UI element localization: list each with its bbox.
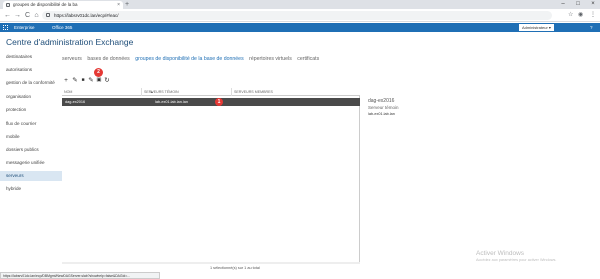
horizontal-scrollbar[interactable] (62, 262, 360, 264)
subnav-servers[interactable]: serveurs (62, 56, 82, 62)
profile-icon[interactable]: ◉ (578, 11, 583, 20)
star-icon[interactable]: ☆ (568, 11, 573, 20)
page-title: Centre d'administration Exchange (6, 37, 134, 47)
address-bar[interactable]: https://labsrv01dc.lan/ecp/#/eac/ (42, 11, 552, 20)
user-menu[interactable]: Administrateur ▾ (519, 24, 554, 31)
col-name[interactable]: NOM ▲ (62, 88, 154, 96)
o365-app[interactable]: Office 365 (52, 23, 72, 32)
col-members[interactable]: SERVEURS MEMBRES (232, 88, 360, 96)
sidebar-item-mobile[interactable]: mobile (0, 132, 62, 142)
link-preview: https://labsrv01dc.lan/ecp/DBMgmt/NewDAG… (0, 272, 160, 279)
callout-badge-2: 2 (94, 68, 103, 77)
sidebar-item-recipients[interactable]: destinataires (0, 52, 62, 62)
selection-status: 1 sélectionné(s) sur 1 au total (210, 266, 260, 270)
sidebar-item-compliance[interactable]: gestion de la conformité (0, 78, 62, 88)
help-icon[interactable]: ? (590, 23, 593, 32)
callout-badge-1: 1 (215, 98, 223, 106)
grid-header: NOM ▲ SERVEURS TÉMOIN SERVEURS MEMBRES (62, 88, 360, 96)
o365-brand[interactable]: Enterprise (14, 23, 35, 32)
sidebar-item-organization[interactable]: organisation (0, 92, 62, 102)
activation-title: Activer Windows (476, 250, 525, 257)
maximize-button[interactable]: □ (571, 0, 585, 9)
tab-title: groupes de disponibilité de la ba (13, 2, 78, 7)
sidebar-item-unified-messaging[interactable]: messagerie unifiée (0, 158, 62, 168)
add-server-icon[interactable]: ▣ (96, 76, 102, 85)
subnav-certificates[interactable]: certificats (297, 56, 319, 62)
favicon-icon (6, 3, 10, 7)
menu-icon[interactable]: ⋮ (590, 11, 596, 20)
lock-icon (46, 13, 50, 17)
sidebar-item-hybrid[interactable]: hybride (0, 184, 62, 194)
activation-watermark: Activer Windows Accédez aux paramètres p… (476, 250, 556, 263)
row-name: dag-ex2016 (65, 100, 86, 104)
sidebar-item-protection[interactable]: protection (0, 105, 62, 115)
subnav: serveurs bases de données groupes de dis… (62, 55, 582, 63)
reload-button[interactable]: C (23, 10, 32, 21)
details-title: dag-ex2016 (368, 98, 395, 104)
minimize-button[interactable]: – (556, 0, 570, 9)
sidebar-item-public-folders[interactable]: dossiers publics (0, 145, 62, 155)
delete-icon[interactable]: ■ (80, 76, 86, 85)
details-pane: dag-ex2016 Serveur témoin lab-ex01.lab.l… (368, 98, 568, 118)
subnav-dag[interactable]: groupes de disponibilité de la base de d… (135, 56, 243, 62)
refresh-icon[interactable]: ↻ (104, 76, 110, 85)
new-tab-button[interactable]: + (125, 0, 129, 9)
browser-tab[interactable]: groupes de disponibilité de la ba × (3, 1, 123, 9)
manage-membership-icon[interactable]: ✎ (88, 76, 94, 85)
forward-button[interactable]: → (13, 10, 22, 21)
address-url: https://labsrv01dc.lan/ecp/#/eac/ (54, 13, 119, 18)
browser-tabstrip: groupes de disponibilité de la ba × + – … (0, 0, 600, 9)
table-row[interactable]: dag-ex2016 lab-ex01.lab.lan.lan 1 (62, 98, 360, 106)
sidebar-item-servers[interactable]: serveurs (0, 171, 62, 181)
close-window-button[interactable]: × (586, 0, 600, 9)
back-button[interactable]: ← (3, 10, 12, 21)
add-icon[interactable]: + (63, 76, 69, 85)
app-launcher-icon[interactable] (3, 25, 8, 30)
tab-close-icon[interactable]: × (117, 1, 120, 9)
subnav-virtual-directories[interactable]: répertoires virtuels (249, 56, 292, 62)
o365-bar: Enterprise Office 365 Administrateur ▾ ? (0, 23, 600, 32)
activation-subtitle: Accédez aux paramètres pour activer Wind… (476, 258, 557, 262)
row-witness: lab-ex01.lab.lan.lan (155, 100, 188, 104)
home-button[interactable]: ⌂ (32, 10, 41, 21)
sidebar-item-permissions[interactable]: autorisations (0, 65, 62, 75)
sidebar-item-mail-flow[interactable]: flux de courrier (0, 119, 62, 129)
edit-icon[interactable]: ✎ (72, 76, 78, 85)
subnav-databases[interactable]: bases de données (87, 56, 129, 62)
browser-toolbar: ← → C ⌂ https://labsrv01dc.lan/ecp/#/eac… (0, 9, 600, 22)
grid-body (62, 96, 360, 262)
sidebar: destinataires autorisations gestion de l… (0, 52, 62, 202)
details-value: lab-ex01.lab.lan (368, 112, 395, 116)
col-witness[interactable]: SERVEURS TÉMOIN (142, 88, 232, 96)
